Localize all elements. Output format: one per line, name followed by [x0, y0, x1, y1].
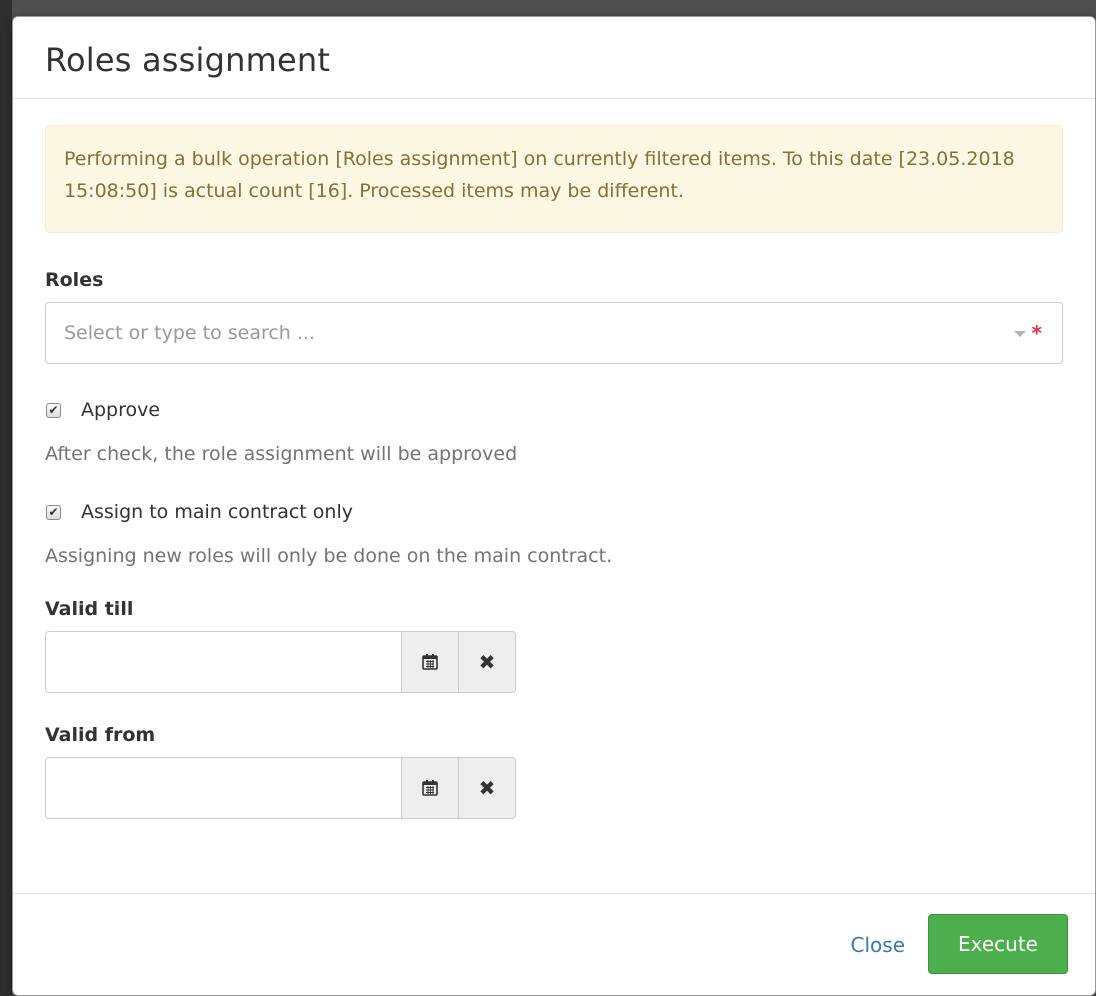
calendar-icon [422, 780, 438, 796]
main-contract-help: Assigning new roles will only be done on… [45, 545, 613, 567]
roles-assignment-dialog: Roles assignment Performing a bulk opera… [12, 16, 1096, 996]
valid-till-input[interactable] [45, 631, 402, 693]
valid-till-group: ✖ [45, 631, 516, 693]
calendar-icon [422, 654, 438, 670]
caret-down-icon[interactable] [1014, 331, 1026, 337]
valid-from-label: Valid from [45, 724, 156, 746]
approve-help: After check, the role assignment will be… [45, 443, 518, 465]
main-contract-label[interactable]: Assign to main contract only [81, 500, 353, 524]
page-edge [0, 0, 12, 996]
execute-button[interactable]: Execute [928, 913, 1068, 974]
main-contract-row: ✔ Assign to main contract only [45, 500, 1063, 524]
approve-row: ✔ Approve [45, 398, 1063, 422]
required-marker: * [1031, 321, 1042, 345]
valid-till-label: Valid till [45, 598, 134, 620]
modal-title: Roles assignment [45, 41, 331, 79]
roles-select-placeholder: Select or type to search ... [64, 322, 315, 344]
approve-checkbox[interactable]: ✔ [46, 402, 61, 418]
times-icon: ✖ [478, 776, 496, 800]
modal-header: Roles assignment [13, 17, 1095, 99]
modal-footer: Close Execute [13, 893, 1095, 995]
main-contract-checkbox[interactable]: ✔ [46, 504, 61, 520]
valid-till-calendar-button[interactable] [402, 631, 459, 693]
times-icon: ✖ [478, 650, 496, 674]
valid-till-clear-button[interactable]: ✖ [459, 631, 516, 693]
valid-from-calendar-button[interactable] [402, 757, 459, 819]
close-button[interactable]: Close [851, 933, 905, 957]
modal-body: Performing a bulk operation [Roles assig… [13, 99, 1095, 819]
valid-from-clear-button[interactable]: ✖ [459, 757, 516, 819]
bulk-operation-alert: Performing a bulk operation [Roles assig… [45, 125, 1063, 233]
valid-from-group: ✖ [45, 757, 516, 819]
roles-select[interactable]: Select or type to search ... * [45, 302, 1063, 364]
roles-label: Roles [45, 269, 104, 291]
approve-label[interactable]: Approve [81, 398, 160, 422]
valid-from-input[interactable] [45, 757, 402, 819]
